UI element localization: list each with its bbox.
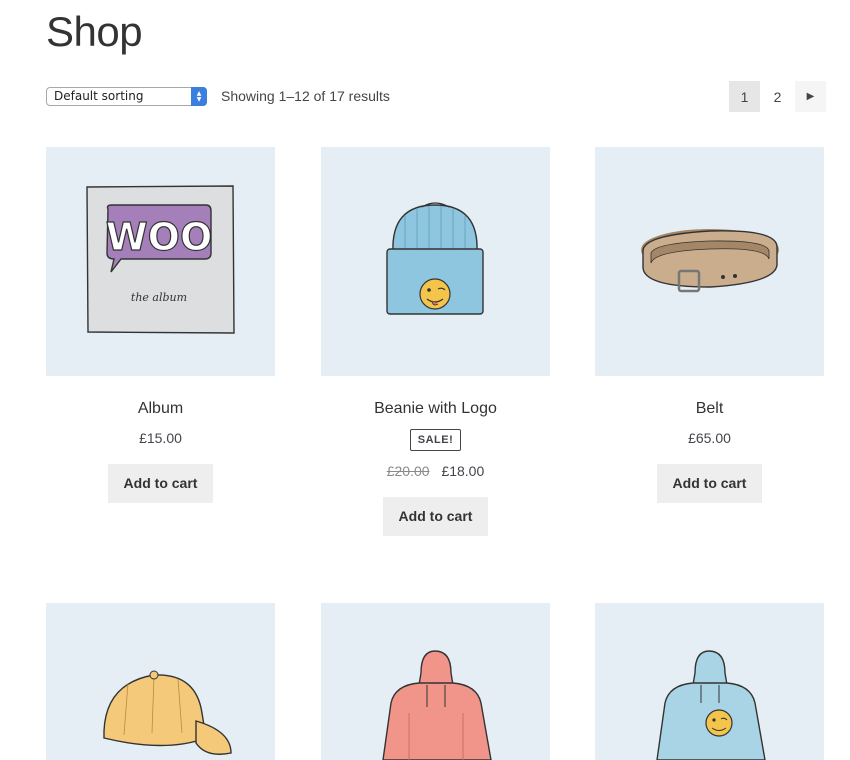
add-to-cart-button[interactable]: Add to cart [383, 497, 488, 536]
product-card-album: WOO the album Album £15.00 Add to cart [46, 147, 275, 503]
product-name[interactable]: Album [46, 400, 275, 418]
product-price: £65.00 [688, 430, 731, 446]
album-subtitle-text: the album [131, 291, 187, 304]
product-image-album[interactable]: WOO the album [46, 147, 275, 376]
product-card-hoodie [321, 603, 550, 760]
product-image-cap[interactable] [46, 603, 275, 760]
product-price: £15.00 [139, 430, 182, 446]
product-card-beanie: Beanie with Logo SALE! £20.00 £18.00 Add… [321, 147, 550, 536]
product-image-hoodie-logo[interactable] [595, 603, 824, 760]
product-name[interactable]: Beanie with Logo [321, 400, 550, 418]
product-card-hoodie-logo [595, 603, 824, 760]
product-price-sale: £20.00 £18.00 [321, 463, 550, 479]
sort-select[interactable]: Default sorting ▲ ▼ [46, 87, 207, 106]
pagination: 1 2 ▶ [729, 81, 826, 112]
product-image-beanie[interactable] [321, 147, 550, 376]
product-card-belt: Belt £65.00 Add to cart [595, 147, 824, 503]
page-title: Shop [46, 8, 143, 55]
product-image-belt[interactable] [595, 147, 824, 376]
product-name[interactable]: Belt [595, 400, 824, 418]
sale-badge: SALE! [409, 429, 462, 451]
product-price: £18.00 [441, 463, 485, 479]
page-2-link[interactable]: 2 [762, 81, 793, 112]
result-count: Showing 1–12 of 17 results [221, 88, 390, 104]
select-arrows-icon: ▲ ▼ [191, 87, 207, 106]
add-to-cart-button[interactable]: Add to cart [657, 464, 762, 503]
page-1[interactable]: 1 [729, 81, 760, 112]
woo-logo-text: WOO [106, 215, 213, 259]
product-image-hoodie[interactable] [321, 603, 550, 760]
next-page-icon[interactable]: ▶ [795, 81, 826, 112]
product-card-cap [46, 603, 275, 760]
add-to-cart-button[interactable]: Add to cart [108, 464, 213, 503]
sort-select-value: Default sorting [54, 89, 144, 103]
product-old-price: £20.00 [386, 463, 430, 479]
